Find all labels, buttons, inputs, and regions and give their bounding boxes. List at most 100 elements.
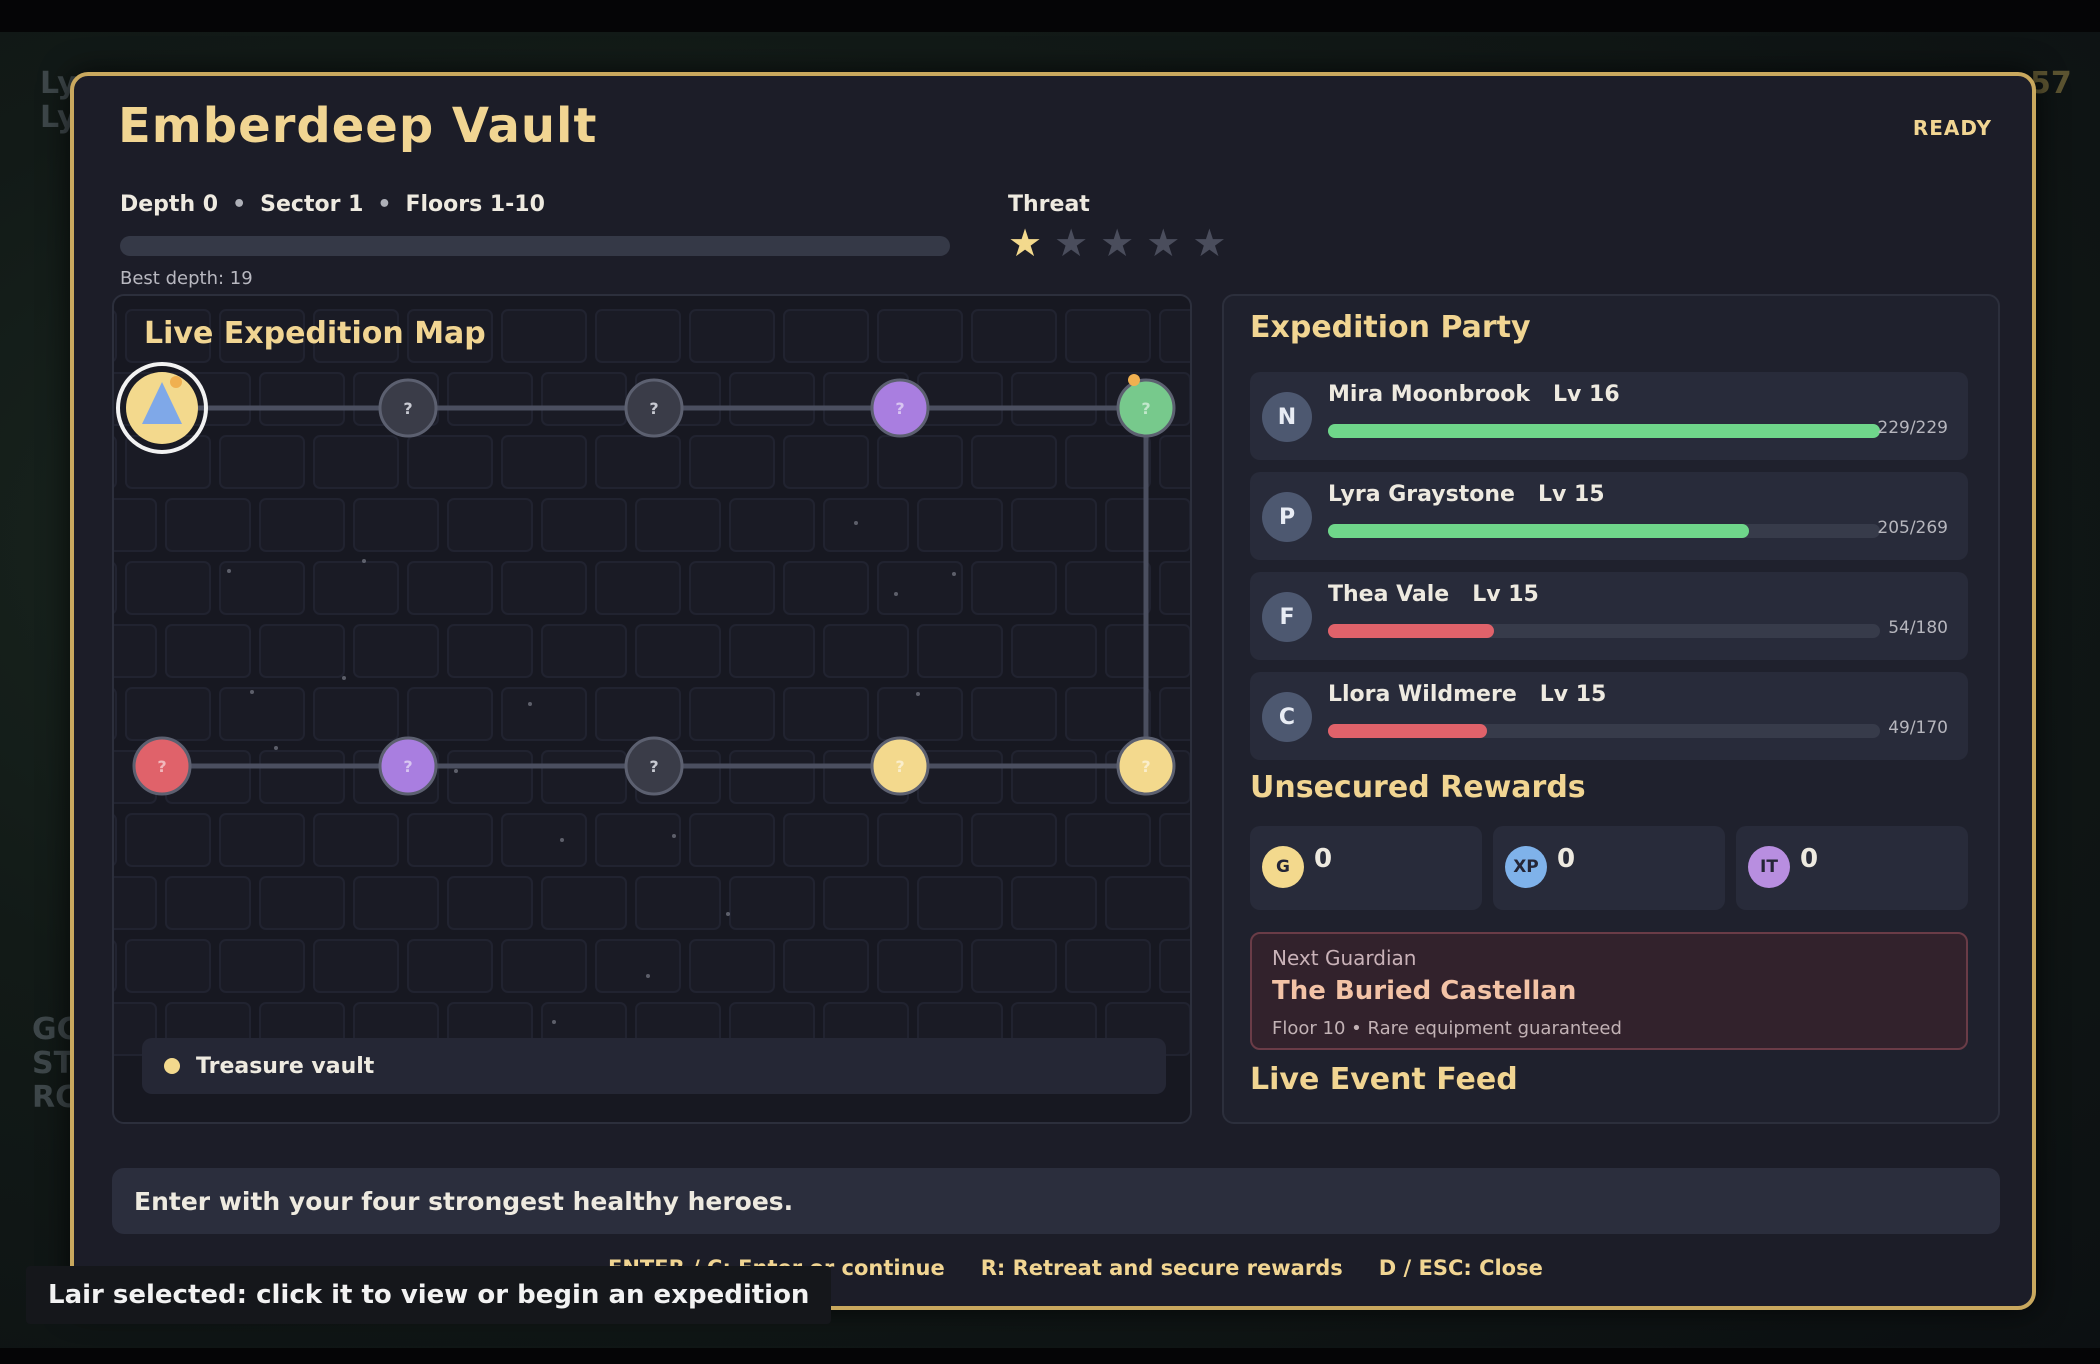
map-brick-tile xyxy=(353,876,439,930)
map-brick-tile xyxy=(353,498,439,552)
map-brick-tile xyxy=(689,561,775,615)
hero-avatar: C xyxy=(1262,692,1312,742)
lair-tooltip: Lair selected: click it to view or begin… xyxy=(26,1266,832,1324)
depth-label: Depth 0 xyxy=(120,192,219,217)
hp-bar-fill xyxy=(1328,524,1749,538)
map-brick-tile xyxy=(114,940,117,992)
map-brick-tile xyxy=(1159,813,1190,867)
map-brick-tile xyxy=(1065,561,1151,615)
gold-reward: G 0 xyxy=(1250,826,1482,910)
map-dust-speck xyxy=(854,521,858,525)
map-brick-tile xyxy=(823,498,909,552)
map-brick-tile xyxy=(783,813,869,867)
dungeon-info-row: Depth 0 • Sector 1 • Floors 1-10 xyxy=(120,192,545,217)
guardian-floor: Floor 10 xyxy=(1272,1018,1346,1039)
close-hint[interactable]: D / ESC: Close xyxy=(1379,1256,1543,1280)
map-brick-tile xyxy=(917,750,1003,804)
hero-level: Lv 15 xyxy=(1537,482,1605,507)
map-brick-tile xyxy=(823,624,909,678)
hero-name: Mira Moonbrook Lv 16 xyxy=(1328,382,1620,407)
map-dust-speck xyxy=(560,838,564,842)
campfire-icon xyxy=(1128,374,1140,386)
party-title: Expedition Party xyxy=(1250,310,1531,345)
map-brick-tile xyxy=(114,624,157,678)
map-brick-tile xyxy=(783,561,869,615)
node-unknown-glyph: ? xyxy=(895,757,904,776)
map-brick-tile xyxy=(313,939,399,993)
hero-card[interactable]: C Llora Wildmere Lv 15 49/170 xyxy=(1250,672,1968,760)
map-brick-tile xyxy=(259,876,345,930)
xp-reward: XP 0 xyxy=(1493,826,1725,910)
hero-card[interactable]: N Mira Moonbrook Lv 16 229/229 xyxy=(1250,372,1968,460)
xp-value: 0 xyxy=(1557,844,1576,874)
legend-label: Treasure vault xyxy=(196,1053,375,1079)
map-brick-tile xyxy=(689,687,775,741)
map-brick-tile xyxy=(501,309,587,363)
hp-bar xyxy=(1328,424,1880,438)
map-brick-tile xyxy=(1011,624,1097,678)
map-brick-tile xyxy=(971,309,1057,363)
separator-dot: • xyxy=(1351,1018,1362,1039)
hero-name: Llora Wildmere Lv 15 xyxy=(1328,682,1606,707)
threat-label: Threat xyxy=(1008,192,1090,217)
map-brick-tile xyxy=(595,813,681,867)
map-brick-tile xyxy=(114,876,157,930)
map-dust-speck xyxy=(454,769,458,773)
map-brick-tile xyxy=(971,939,1057,993)
node-unknown-glyph: ? xyxy=(1141,757,1150,776)
map-brick-tile xyxy=(729,498,815,552)
map-brick-tile xyxy=(729,876,815,930)
hp-bar xyxy=(1328,624,1880,638)
map-brick-tile xyxy=(971,813,1057,867)
hero-name-text: Lyra Graystone xyxy=(1328,482,1515,507)
map-brick-tile xyxy=(313,687,399,741)
map-brick-tile xyxy=(689,309,775,363)
map-brick-tile xyxy=(1011,372,1097,426)
hero-card[interactable]: P Lyra Graystone Lv 15 205/269 xyxy=(1250,472,1968,560)
map-brick-tile xyxy=(595,561,681,615)
guardian-name: The Buried Castellan xyxy=(1272,976,1577,1006)
map-brick-tile xyxy=(1159,561,1190,615)
map-brick-tile xyxy=(219,435,305,489)
map-brick-tile xyxy=(917,498,1003,552)
hero-level: Lv 15 xyxy=(1539,682,1607,707)
map-brick-tile xyxy=(595,687,681,741)
gold-coin-icon: G xyxy=(1262,846,1304,888)
dungeon-modal: Emberdeep Vault READY Depth 0 • Sector 1… xyxy=(70,72,2036,1310)
threat-rating: ★ ★ ★ ★ ★ xyxy=(1008,224,1226,262)
map-brick-tile xyxy=(259,750,345,804)
map-brick-tile xyxy=(125,939,211,993)
hero-card[interactable]: F Thea Vale Lv 15 54/180 xyxy=(1250,572,1968,660)
map-title: Live Expedition Map xyxy=(144,316,486,351)
map-dust-speck xyxy=(342,676,346,680)
map-brick-tile xyxy=(114,688,117,740)
map-brick-tile xyxy=(783,309,869,363)
map-brick-tile xyxy=(114,498,157,552)
background-hud-label: ST xyxy=(32,1046,75,1081)
retreat-hint[interactable]: R: Retreat and secure rewards xyxy=(981,1256,1343,1280)
background-gold-counter: 57 xyxy=(2030,66,2072,101)
hero-name-text: Llora Wildmere xyxy=(1328,682,1517,707)
rewards-title: Unsecured Rewards xyxy=(1250,770,1586,805)
hp-bar-fill xyxy=(1328,624,1494,638)
map-brick-tile xyxy=(877,813,963,867)
map-dust-speck xyxy=(646,974,650,978)
map-brick-tile xyxy=(635,624,721,678)
xp-orb-icon: XP xyxy=(1505,846,1547,888)
expedition-map-panel: ????????? Live Expedition Map Treasure v… xyxy=(112,294,1192,1124)
map-brick-tile xyxy=(501,939,587,993)
map-brick-tile xyxy=(689,813,775,867)
map-dust-speck xyxy=(227,569,231,573)
map-brick-tile xyxy=(1065,435,1151,489)
map-dust-speck xyxy=(362,559,366,563)
map-brick-tile xyxy=(595,309,681,363)
node-unknown-glyph: ? xyxy=(403,757,412,776)
top-letterbox xyxy=(0,0,2100,32)
map-brick-tile xyxy=(729,372,815,426)
sector-label: Sector 1 xyxy=(260,192,364,217)
hp-bar-fill xyxy=(1328,424,1880,438)
map-brick-tile xyxy=(1159,939,1190,993)
map-brick-tile xyxy=(447,498,533,552)
map-brick-tile xyxy=(729,624,815,678)
hero-name: Thea Vale Lv 15 xyxy=(1328,582,1539,607)
